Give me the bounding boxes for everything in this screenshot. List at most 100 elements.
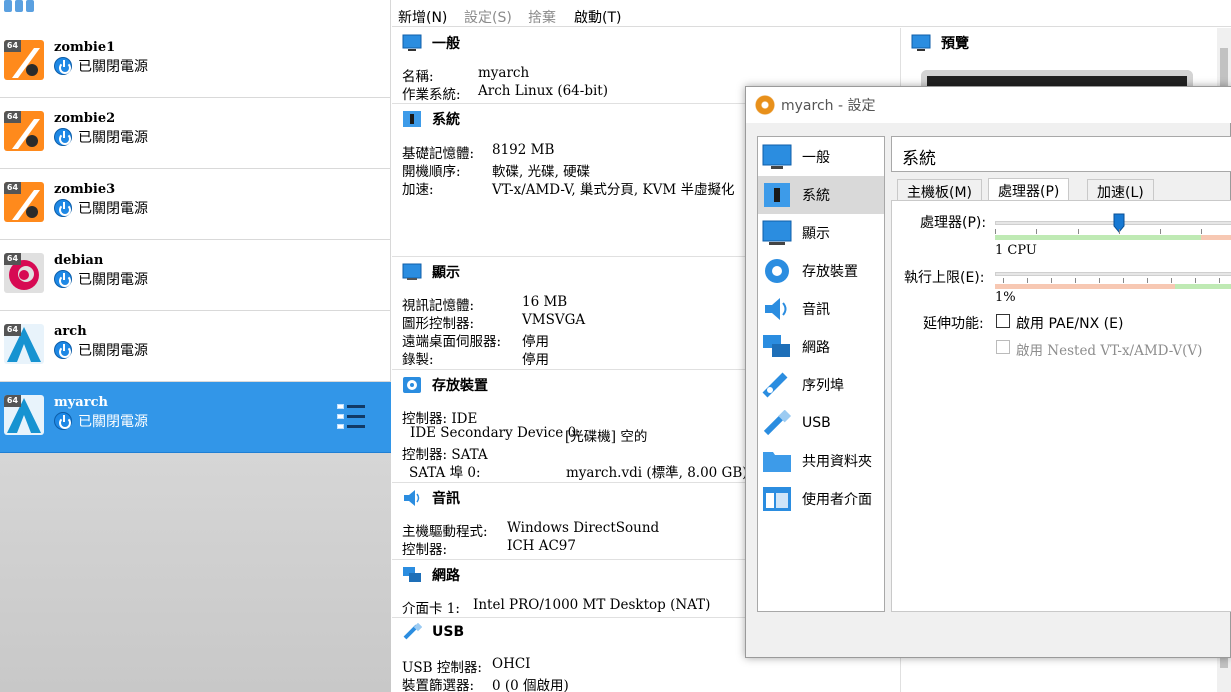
arch-linux-icon: 64 xyxy=(4,324,44,364)
processor-page: 處理器(P): 1 CPU 執行上限(E): 1% 延伸功能: 啟用 PAE/N… xyxy=(891,200,1231,612)
vm-state: 已關閉電源 xyxy=(54,199,148,217)
audio-controller-row: 控制器: ICH AC97 xyxy=(402,538,576,558)
usb-icon xyxy=(403,623,422,640)
vm-item-arch[interactable]: 64 arch 已關閉電源 xyxy=(0,311,391,382)
dialog-titlebar[interactable]: myarch - 設定 xyxy=(746,87,1231,123)
vm-menu-icon[interactable] xyxy=(337,404,365,432)
main-toolbar: 新增(N) 設定(S) 捨棄 啟動(T) xyxy=(392,0,1231,27)
monitor-icon xyxy=(402,34,422,51)
network-title[interactable]: 網路 xyxy=(402,565,460,585)
arch-linux-icon: 64 xyxy=(4,395,44,435)
discard-button[interactable]: 捨棄 xyxy=(528,7,556,27)
storage-icon xyxy=(765,259,789,283)
nested-vtx-label[interactable]: 啟用 Nested VT-x/AMD-V(V) xyxy=(1016,339,1202,359)
vm-name: zombie2 xyxy=(54,111,116,126)
storage-controller-ide: 控制器: IDE xyxy=(402,411,478,427)
category-display[interactable]: 顯示 xyxy=(758,214,884,252)
storage-icon xyxy=(403,377,421,393)
category-network[interactable]: 網路 xyxy=(758,328,884,366)
monitor-icon xyxy=(762,144,792,169)
category-system[interactable]: 系統 xyxy=(758,176,884,214)
vm-name: debian xyxy=(54,253,104,268)
vm-item-myarch[interactable]: 64 myarch 已關閉電源 xyxy=(0,382,391,453)
vm-name: arch xyxy=(54,324,87,339)
category-user-interface[interactable]: 使用者介面 xyxy=(758,480,884,518)
speaker-icon xyxy=(765,298,787,320)
vm-item-zombie1[interactable]: 64 zombie1 已關閉電源 xyxy=(0,27,391,98)
folder-icon xyxy=(763,452,791,472)
vm-item-zombie3[interactable]: 64 zombie3 已關閉電源 xyxy=(0,169,391,240)
display-icon xyxy=(402,263,422,280)
processor-range-scale xyxy=(995,229,1231,240)
tab-processor[interactable]: 處理器(P) xyxy=(988,178,1070,202)
vm-name: zombie3 xyxy=(54,182,116,197)
vm-list-panel: 64 zombie1 已關閉電源 64 zombie2 已關閉電源 64 zom… xyxy=(0,0,391,692)
usb-title[interactable]: USB xyxy=(402,623,464,641)
network-adapter-row: 介面卡 1: Intel PRO/1000 MT Desktop (NAT) xyxy=(402,597,711,617)
vm-state: 已關閉電源 xyxy=(54,270,148,288)
vm-state: 已關閉電源 xyxy=(54,412,148,430)
category-shared-folders[interactable]: 共用資料夾 xyxy=(758,442,884,480)
network-icon xyxy=(403,567,421,582)
settings-category-list: 一般 系統 顯示 存放裝置 音訊 網路 序列埠 USB 共用資料夾 使用者介面 xyxy=(757,136,885,612)
processor-label: 處理器(P): xyxy=(920,215,987,231)
tools-icon[interactable] xyxy=(2,0,42,14)
category-audio[interactable]: 音訊 xyxy=(758,290,884,328)
tab-motherboard[interactable]: 主機板(M) xyxy=(897,179,983,201)
vm-state: 已關閉電源 xyxy=(54,57,148,75)
system-accel-row: 加速: VT-x/AMD-V, 巢式分頁, KVM 半虛擬化 xyxy=(402,182,735,198)
preview-title[interactable]: 預覽 xyxy=(911,33,969,53)
general-name-row: 名稱: myarch xyxy=(402,65,530,85)
tab-acceleration[interactable]: 加速(L) xyxy=(1087,179,1154,201)
settings-dialog: myarch - 設定 一般 系統 顯示 存放裝置 音訊 網路 序列埠 USB … xyxy=(745,86,1231,658)
vm-state: 已關閉電源 xyxy=(54,128,148,146)
system-boot-row: 開機順序: 軟碟, 光碟, 硬碟 xyxy=(402,164,591,180)
vm-item-debian[interactable]: 64 debian 已關閉電源 xyxy=(0,240,391,311)
system-title[interactable]: 系統 xyxy=(402,109,460,129)
audio-title[interactable]: 音訊 xyxy=(402,488,460,508)
general-title[interactable]: 一般 xyxy=(402,33,460,53)
general-os-row: 作業系統: Arch Linux (64-bit) xyxy=(402,83,608,103)
ubuntu-icon: 64 xyxy=(4,40,44,80)
speaker-icon xyxy=(404,490,420,506)
settings-button[interactable]: 設定(S) xyxy=(464,7,512,27)
storage-title[interactable]: 存放裝置 xyxy=(402,375,488,395)
usb-filters-row: 裝置篩選器: 0 (0 個啟用) xyxy=(402,678,569,692)
pae-nx-label[interactable]: 啟用 PAE/NX (E) xyxy=(1016,313,1123,333)
execution-cap-scale xyxy=(995,278,1231,289)
vm-name: myarch xyxy=(54,395,108,410)
vm-list-empty-area xyxy=(0,452,391,692)
start-button[interactable]: 啟動(T) xyxy=(574,7,621,27)
window-icon xyxy=(763,487,791,511)
usb-icon xyxy=(763,410,792,436)
display-recording-row: 錄製: 停用 xyxy=(402,352,549,368)
pae-nx-checkbox[interactable] xyxy=(996,314,1010,328)
powered-off-icon xyxy=(54,128,72,146)
display-title[interactable]: 顯示 xyxy=(402,262,460,282)
storage-ide-device-row: IDE Secondary Device 0: [光碟機] 空的 xyxy=(410,425,648,445)
nested-vtx-checkbox[interactable] xyxy=(996,340,1010,354)
serial-port-icon xyxy=(762,372,788,398)
category-usb[interactable]: USB xyxy=(758,404,884,442)
category-serial-ports[interactable]: 序列埠 xyxy=(758,366,884,404)
chip-icon xyxy=(403,111,421,127)
extended-features-label: 延伸功能: xyxy=(923,316,984,332)
debian-icon: 64 xyxy=(4,253,44,293)
tools-header[interactable] xyxy=(0,0,391,27)
display-vram-row: 視訊記憶體: 16 MB xyxy=(402,294,568,314)
powered-off-icon xyxy=(54,341,72,359)
powered-off-icon xyxy=(54,270,72,288)
vm-item-zombie2[interactable]: 64 zombie2 已關閉電源 xyxy=(0,98,391,169)
powered-off-icon xyxy=(54,57,72,75)
new-button[interactable]: 新增(N) xyxy=(398,7,447,27)
category-general[interactable]: 一般 xyxy=(758,138,884,176)
monitor-icon xyxy=(911,34,931,51)
chip-icon xyxy=(764,183,790,207)
system-memory-row: 基礎記憶體: 8192 MB xyxy=(402,142,555,162)
powered-off-icon xyxy=(54,412,72,430)
ubuntu-icon: 64 xyxy=(4,182,44,222)
execution-cap-label: 執行上限(E): xyxy=(904,270,985,286)
network-icon xyxy=(763,335,790,357)
execution-cap-slider[interactable] xyxy=(995,272,1231,276)
category-storage[interactable]: 存放裝置 xyxy=(758,252,884,290)
